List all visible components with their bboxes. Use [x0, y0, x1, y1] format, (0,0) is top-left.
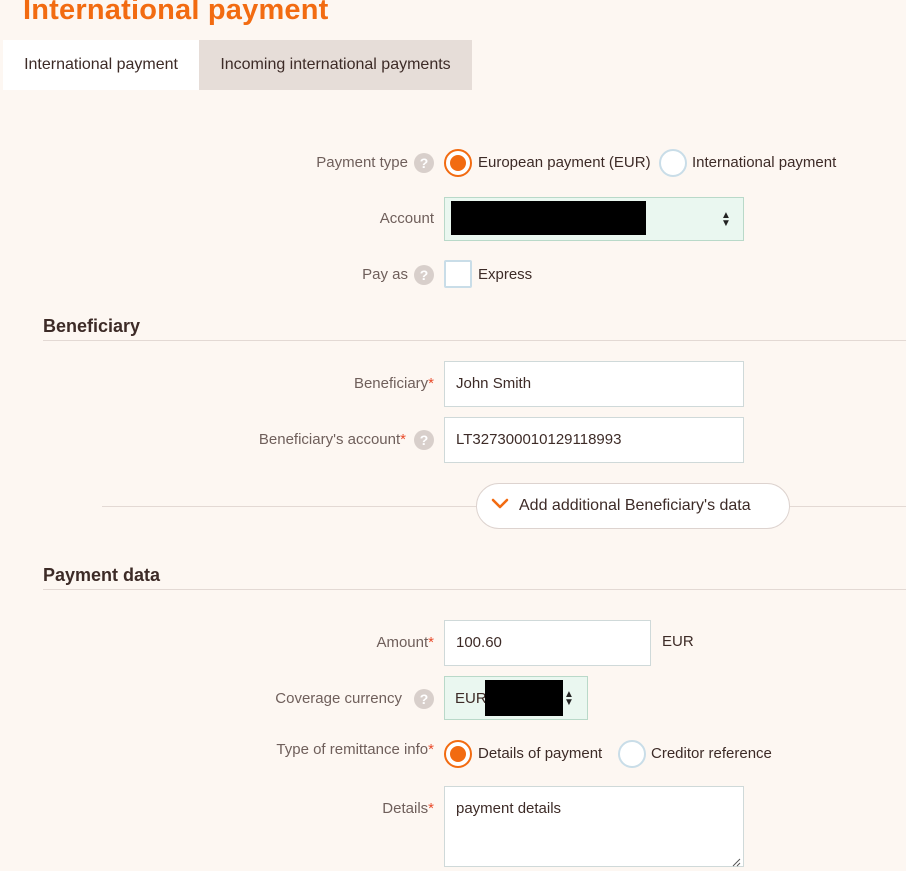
remittance-type-label: Type of remittance info*: [230, 741, 434, 758]
redacted-account-value: [451, 201, 646, 235]
beneficiary-name-label-text: Beneficiary: [353, 375, 429, 392]
details-label: Details*: [330, 800, 434, 817]
required-marker: *: [428, 741, 434, 758]
express-checkbox-label: Express: [478, 266, 533, 283]
section-divider: [43, 340, 906, 341]
question-circle-icon[interactable]: ?: [414, 265, 434, 285]
add-beneficiary-data-label: Add additional Beneficiary's data: [519, 497, 751, 514]
required-marker: *: [428, 800, 434, 817]
remittance-type-label-text: Type of remittance info: [276, 741, 429, 758]
radio-international-payment[interactable]: [659, 149, 687, 177]
tab-international-payment[interactable]: International payment: [3, 40, 199, 90]
payment-data-section-title: Payment data: [43, 565, 161, 585]
required-marker: *: [400, 431, 406, 448]
page-title: International payment: [23, 0, 329, 26]
beneficiary-name-input[interactable]: John Smith: [444, 361, 744, 407]
sort-arrows-icon: ▲ ▼: [721, 210, 731, 229]
payment-type-label: Payment type: [316, 154, 408, 171]
required-marker: *: [428, 634, 434, 651]
resize-handle-icon[interactable]: [731, 854, 741, 867]
chevron-down-icon: [491, 497, 509, 515]
amount-currency-label: EUR: [662, 633, 694, 650]
beneficiary-name-label: Beneficiary*: [330, 375, 434, 392]
question-circle-icon[interactable]: ?: [414, 153, 434, 173]
section-divider: [43, 589, 906, 590]
sort-arrows-icon: ▲ ▼: [564, 689, 574, 708]
radio-european-payment[interactable]: [444, 149, 472, 177]
question-circle-icon[interactable]: ?: [414, 689, 434, 709]
coverage-currency-value: EUR: [455, 690, 487, 707]
account-select[interactable]: ▲ ▼: [444, 197, 744, 241]
tab-incoming-international-payments[interactable]: Incoming international payments: [199, 40, 472, 90]
beneficiary-account-label: Beneficiary's account*: [230, 431, 406, 448]
coverage-currency-select[interactable]: EUR ▲ ▼: [444, 676, 588, 720]
express-checkbox[interactable]: [444, 260, 472, 288]
amount-label: Amount*: [330, 634, 434, 651]
tab-bar: International payment Incoming internati…: [3, 40, 472, 90]
amount-input[interactable]: 100.60: [444, 620, 651, 666]
radio-details-of-payment-label: Details of payment: [478, 745, 603, 762]
required-marker: *: [428, 375, 434, 392]
beneficiary-section-title: Beneficiary: [43, 316, 141, 336]
radio-european-payment-label: European payment (EUR): [478, 154, 651, 171]
details-textarea[interactable]: payment details: [444, 786, 744, 867]
radio-international-payment-label: International payment: [692, 154, 837, 171]
redacted-currency-value: [485, 680, 563, 716]
amount-label-text: Amount: [376, 634, 429, 651]
coverage-currency-label: Coverage currency: [275, 690, 402, 707]
radio-creditor-reference-label: Creditor reference: [651, 745, 772, 762]
add-beneficiary-data-button[interactable]: Add additional Beneficiary's data: [476, 483, 790, 529]
pay-as-label: Pay as: [362, 266, 408, 283]
details-label-text: Details: [382, 800, 429, 817]
beneficiary-account-input[interactable]: LT327300010129118993: [444, 417, 744, 463]
account-label: Account: [379, 210, 434, 227]
radio-details-of-payment[interactable]: [444, 740, 472, 768]
beneficiary-account-label-text: Beneficiary's account: [258, 431, 401, 448]
radio-creditor-reference[interactable]: [618, 740, 646, 768]
question-circle-icon[interactable]: ?: [414, 430, 434, 450]
details-value: payment details: [456, 800, 562, 817]
